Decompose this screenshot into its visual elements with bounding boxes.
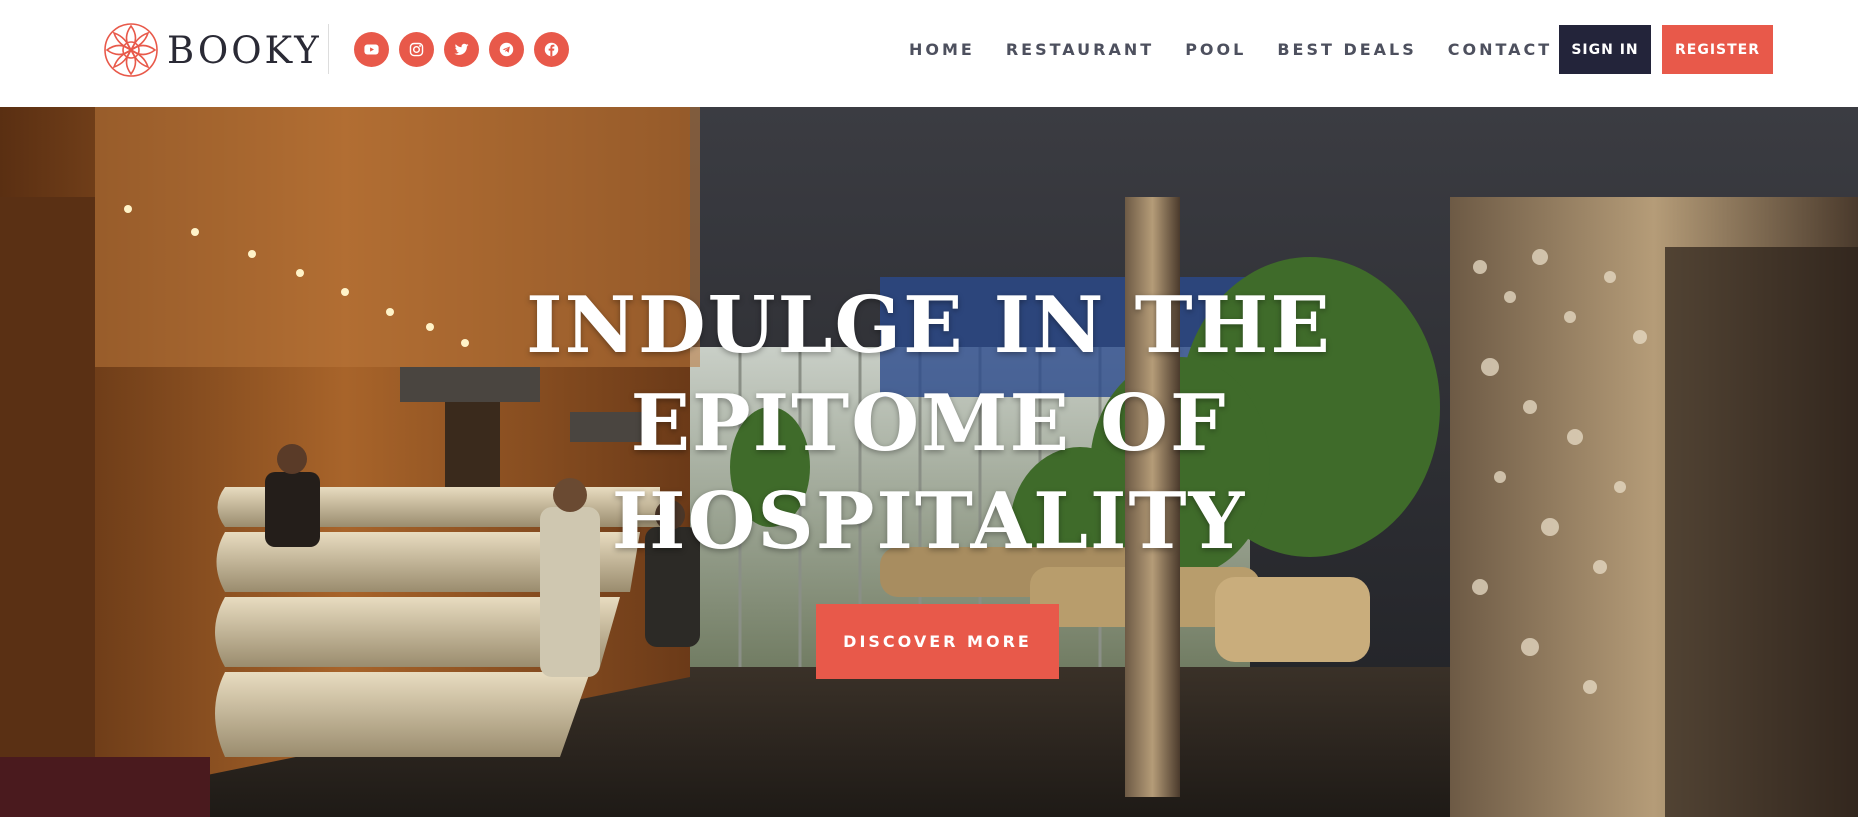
brand-name: BOOKY bbox=[167, 28, 322, 72]
hero-headline-line-3: HOSPITALITY bbox=[611, 476, 1247, 567]
nav-best-deals[interactable]: BEST DEALS bbox=[1277, 40, 1416, 59]
telegram-link[interactable] bbox=[489, 32, 524, 67]
hero-headline-line-1: INDULGE IN THE bbox=[526, 280, 1332, 371]
hero-headline-line-2: EPITOME OF bbox=[630, 378, 1228, 469]
hero-headline: INDULGE IN THE EPITOME OF HOSPITALITY bbox=[0, 277, 1858, 571]
facebook-link[interactable] bbox=[534, 32, 569, 67]
sign-in-button[interactable]: SIGN IN bbox=[1559, 25, 1651, 74]
hero-banner: INDULGE IN THE EPITOME OF HOSPITALITY DI… bbox=[0, 107, 1858, 817]
youtube-icon bbox=[364, 44, 379, 55]
instagram-icon bbox=[409, 42, 424, 57]
nav-restaurant[interactable]: RESTAURANT bbox=[1006, 40, 1154, 59]
brand-logo[interactable]: BOOKY bbox=[103, 22, 322, 78]
header-divider bbox=[328, 24, 329, 74]
nav-pool[interactable]: POOL bbox=[1185, 40, 1246, 59]
twitter-link[interactable] bbox=[444, 32, 479, 67]
facebook-icon bbox=[544, 42, 559, 57]
nav-home[interactable]: HOME bbox=[909, 40, 975, 59]
instagram-link[interactable] bbox=[399, 32, 434, 67]
twitter-icon bbox=[454, 43, 469, 55]
youtube-link[interactable] bbox=[354, 32, 389, 67]
social-links bbox=[354, 32, 569, 67]
register-button[interactable]: REGISTER bbox=[1662, 25, 1773, 74]
discover-more-button[interactable]: DISCOVER MORE bbox=[816, 604, 1059, 679]
main-nav: HOME RESTAURANT POOL BEST DEALS CONTACT bbox=[909, 40, 1552, 59]
logo-mandala-icon bbox=[104, 23, 158, 77]
site-header: BOOKY HOME RESTAURANT POOL BEST DEALS CO… bbox=[0, 0, 1858, 107]
telegram-icon bbox=[499, 42, 514, 57]
nav-contact[interactable]: CONTACT bbox=[1448, 40, 1552, 59]
